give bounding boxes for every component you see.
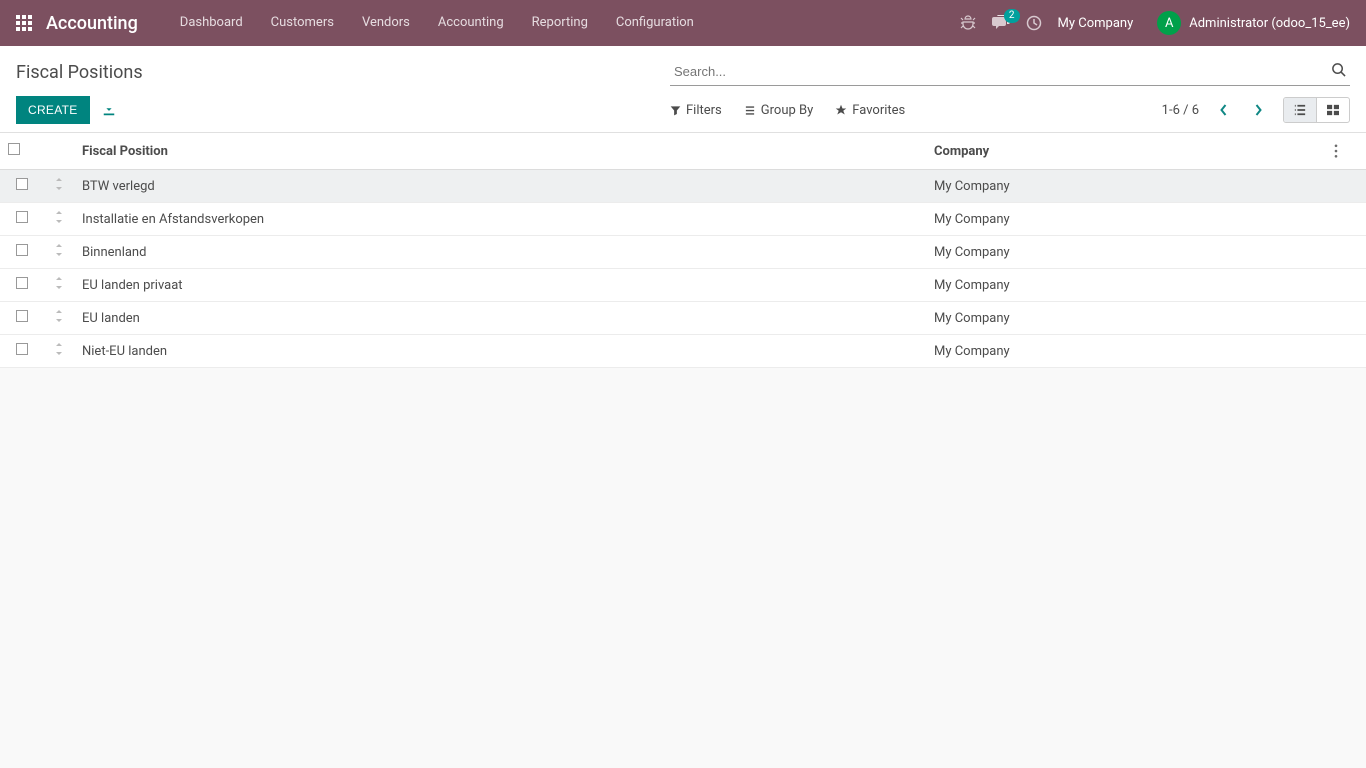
search-icon[interactable] (1331, 62, 1346, 77)
table-row[interactable]: EU landen privaatMy Company (0, 269, 1366, 302)
cell-name: Binnenland (74, 236, 926, 269)
cell-company: My Company (926, 170, 1326, 203)
list-icon (744, 105, 756, 116)
cell-name: BTW verlegd (74, 170, 926, 203)
cell-name: Installatie en Afstandsverkopen (74, 203, 926, 236)
cell-name: EU landen privaat (74, 269, 926, 302)
main-menu: Dashboard Customers Vendors Accounting R… (166, 0, 708, 46)
search-input[interactable] (670, 58, 1350, 86)
fiscal-positions-table: Fiscal Position Company BTW verlegdMy Co… (0, 133, 1366, 368)
row-checkbox[interactable] (16, 244, 28, 256)
cell-company: My Company (926, 335, 1326, 368)
cell-company: My Company (926, 302, 1326, 335)
username: Administrator (odoo_15_ee) (1189, 16, 1350, 31)
groupby-button[interactable]: Group By (744, 103, 814, 118)
pager-next[interactable] (1248, 99, 1269, 121)
company-switcher[interactable]: My Company (1058, 16, 1134, 31)
pager-text[interactable]: 1-6 / 6 (1162, 103, 1199, 118)
top-navbar: Accounting Dashboard Customers Vendors A… (0, 0, 1366, 46)
view-switcher (1283, 97, 1350, 123)
favorites-label: Favorites (852, 103, 905, 118)
row-checkbox[interactable] (16, 310, 28, 322)
star-icon (835, 104, 847, 116)
drag-handle-icon[interactable] (55, 244, 63, 256)
cell-company: My Company (926, 203, 1326, 236)
column-options-icon[interactable] (1334, 144, 1358, 158)
drag-handle-icon[interactable] (55, 178, 63, 190)
table-row[interactable]: BTW verlegdMy Company (0, 170, 1366, 203)
drag-handle-icon[interactable] (55, 310, 63, 322)
list-view-button[interactable] (1284, 98, 1316, 122)
favorites-button[interactable]: Favorites (835, 103, 905, 118)
cell-company: My Company (926, 269, 1326, 302)
row-checkbox[interactable] (16, 277, 28, 289)
header-company[interactable]: Company (926, 133, 1326, 170)
row-checkbox[interactable] (16, 178, 28, 190)
import-button[interactable] (102, 103, 116, 117)
menu-dashboard[interactable]: Dashboard (166, 0, 257, 46)
app-name[interactable]: Accounting (46, 13, 138, 34)
page-title: Fiscal Positions (16, 62, 143, 83)
filter-icon (670, 105, 681, 116)
table-row[interactable]: BinnenlandMy Company (0, 236, 1366, 269)
drag-handle-icon[interactable] (55, 211, 63, 223)
create-button[interactable]: Create (16, 96, 90, 124)
header-name[interactable]: Fiscal Position (74, 133, 926, 170)
table-row[interactable]: Niet-EU landenMy Company (0, 335, 1366, 368)
cell-company: My Company (926, 236, 1326, 269)
avatar: A (1157, 11, 1181, 35)
activity-icon[interactable] (1026, 15, 1042, 31)
debug-icon[interactable] (960, 15, 976, 31)
messaging-badge: 2 (1004, 9, 1020, 23)
select-all-checkbox[interactable] (8, 143, 20, 155)
table-row[interactable]: Installatie en AfstandsverkopenMy Compan… (0, 203, 1366, 236)
drag-handle-icon[interactable] (55, 277, 63, 289)
menu-vendors[interactable]: Vendors (348, 0, 424, 46)
control-panel: Fiscal Positions Create Filters Group By (0, 46, 1366, 133)
apps-icon[interactable] (16, 15, 32, 31)
groupby-label: Group By (761, 103, 814, 118)
filters-label: Filters (686, 103, 722, 118)
cell-name: EU landen (74, 302, 926, 335)
messaging-icon[interactable]: 2 (992, 15, 1010, 31)
table-row[interactable]: EU landenMy Company (0, 302, 1366, 335)
drag-handle-icon[interactable] (55, 343, 63, 355)
row-checkbox[interactable] (16, 211, 28, 223)
kanban-view-button[interactable] (1316, 98, 1349, 122)
pager-prev[interactable] (1213, 99, 1234, 121)
menu-reporting[interactable]: Reporting (518, 0, 602, 46)
cell-name: Niet-EU landen (74, 335, 926, 368)
row-checkbox[interactable] (16, 343, 28, 355)
menu-accounting[interactable]: Accounting (424, 0, 518, 46)
menu-customers[interactable]: Customers (257, 0, 348, 46)
menu-configuration[interactable]: Configuration (602, 0, 708, 46)
user-menu[interactable]: A Administrator (odoo_15_ee) (1149, 11, 1350, 35)
filters-button[interactable]: Filters (670, 103, 722, 118)
